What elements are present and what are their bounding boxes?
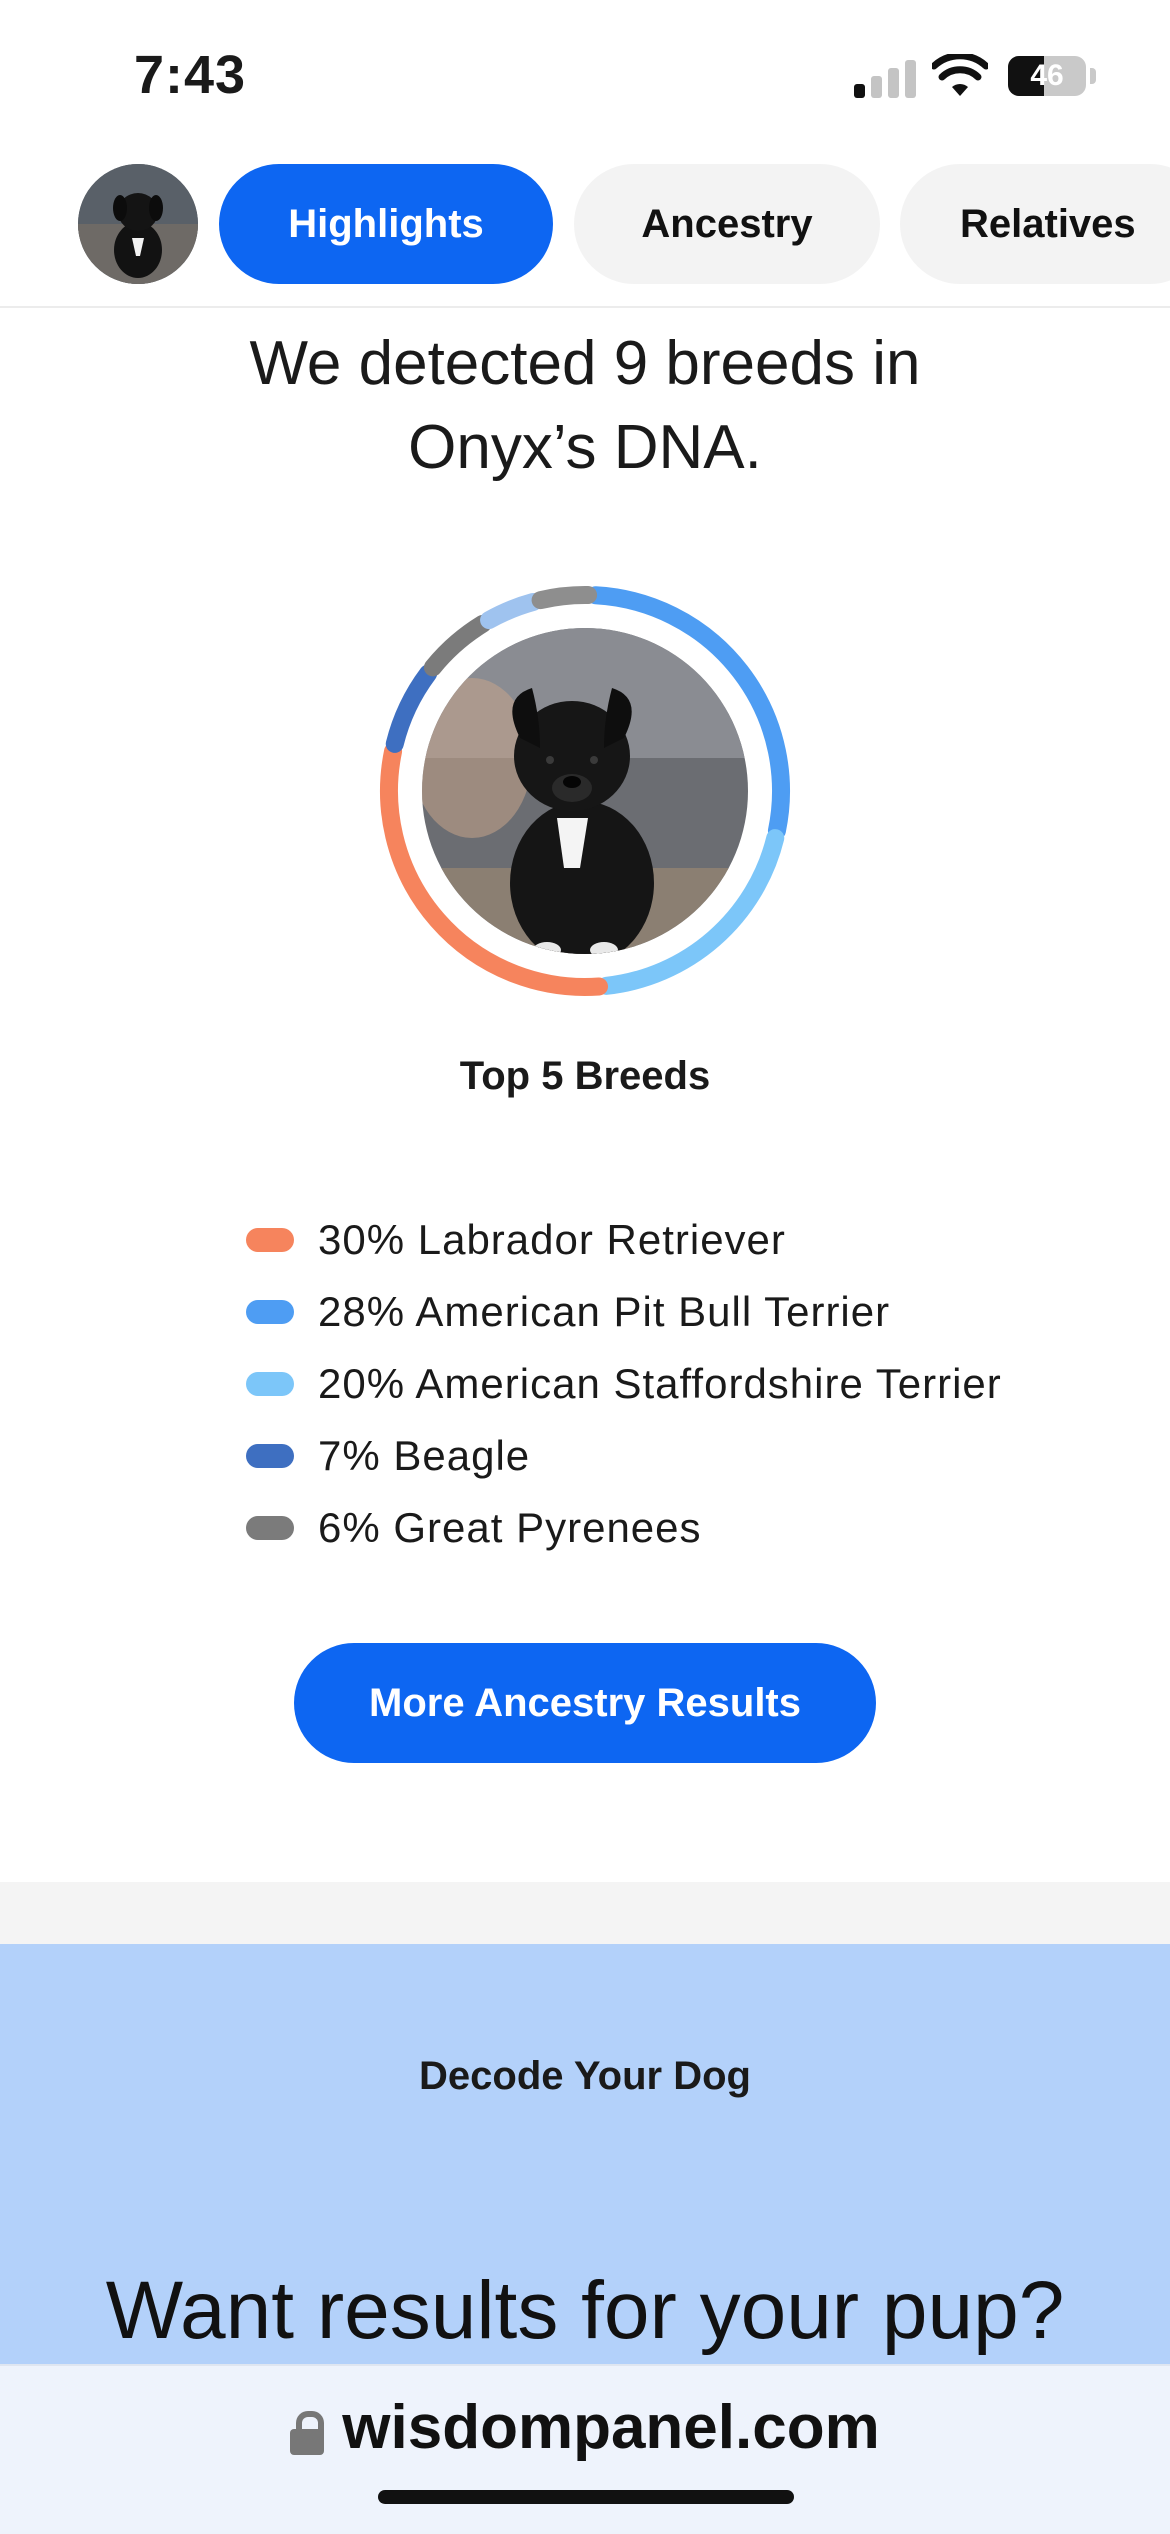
legend-label: 30% Labrador Retriever (318, 1216, 786, 1263)
legend-item: 30% Labrador Retriever (246, 1204, 1106, 1276)
battery-tip (1090, 68, 1096, 84)
legend-swatch (246, 1444, 294, 1468)
legend-item: 28% American Pit Bull Terrier (246, 1276, 1106, 1348)
breed-donut-chart (380, 586, 790, 996)
legend-item: 20% American Staffordshire Terrier (246, 1348, 1106, 1420)
headline-line-1: We detected 9 breeds in (249, 329, 921, 398)
legend-label: 7% Beagle (318, 1432, 531, 1479)
donut-segment-5 (423, 614, 492, 677)
legend-label: 28% American Pit Bull Terrier (318, 1288, 891, 1335)
donut-segment-other (480, 592, 543, 630)
legend-item: 7% Beagle (246, 1420, 1106, 1492)
legend-label: 20% American Staffordshire Terrier (318, 1360, 1002, 1407)
battery-percent: 46 (1030, 59, 1064, 92)
dog-photo (422, 628, 748, 954)
status-time: 7:43 (134, 45, 247, 105)
more-ancestry-results-button[interactable]: More Ancestry Results (294, 1643, 876, 1763)
tab-ancestry[interactable]: Ancestry (574, 164, 880, 284)
lock-icon (290, 2410, 325, 2455)
headline-line-2: Onyx’s DNA. (408, 413, 762, 482)
wifi-icon (932, 54, 988, 96)
legend-item: 6% Great Pyrenees (246, 1492, 1106, 1564)
legend-label: 6% Great Pyrenees (318, 1504, 702, 1551)
dog-avatar[interactable] (78, 164, 198, 284)
status-bar: 7:43 46 (0, 0, 1170, 150)
breed-legend: 30% Labrador Retriever 28% American Pit … (246, 1204, 1106, 1564)
tab-relatives[interactable]: Relatives (900, 164, 1170, 284)
promo-title: Want results for your pup? (105, 2265, 1065, 2356)
cellular-signal-icon (854, 58, 916, 98)
url-text: wisdompanel.com (342, 2393, 880, 2462)
url-display[interactable]: wisdompanel.com (0, 2392, 1170, 2463)
promo-eyebrow: Decode Your Dog (419, 2054, 751, 2098)
home-indicator (378, 2490, 794, 2504)
legend-swatch (246, 1516, 294, 1540)
breeds-headline: We detected 9 breeds in Onyx’s DNA. (0, 322, 1170, 490)
donut-segment-4 (385, 664, 438, 753)
top-breeds-title: Top 5 Breeds (459, 1054, 711, 1098)
legend-swatch (246, 1300, 294, 1324)
tab-highlights[interactable]: Highlights (219, 164, 553, 284)
donut-segment-other (531, 586, 598, 610)
section-divider (0, 1882, 1170, 1944)
battery-icon: 46 (1008, 56, 1086, 96)
legend-swatch (246, 1228, 294, 1252)
tab-bar: Highlights Ancestry Relatives (0, 150, 1170, 308)
legend-swatch (246, 1372, 294, 1396)
